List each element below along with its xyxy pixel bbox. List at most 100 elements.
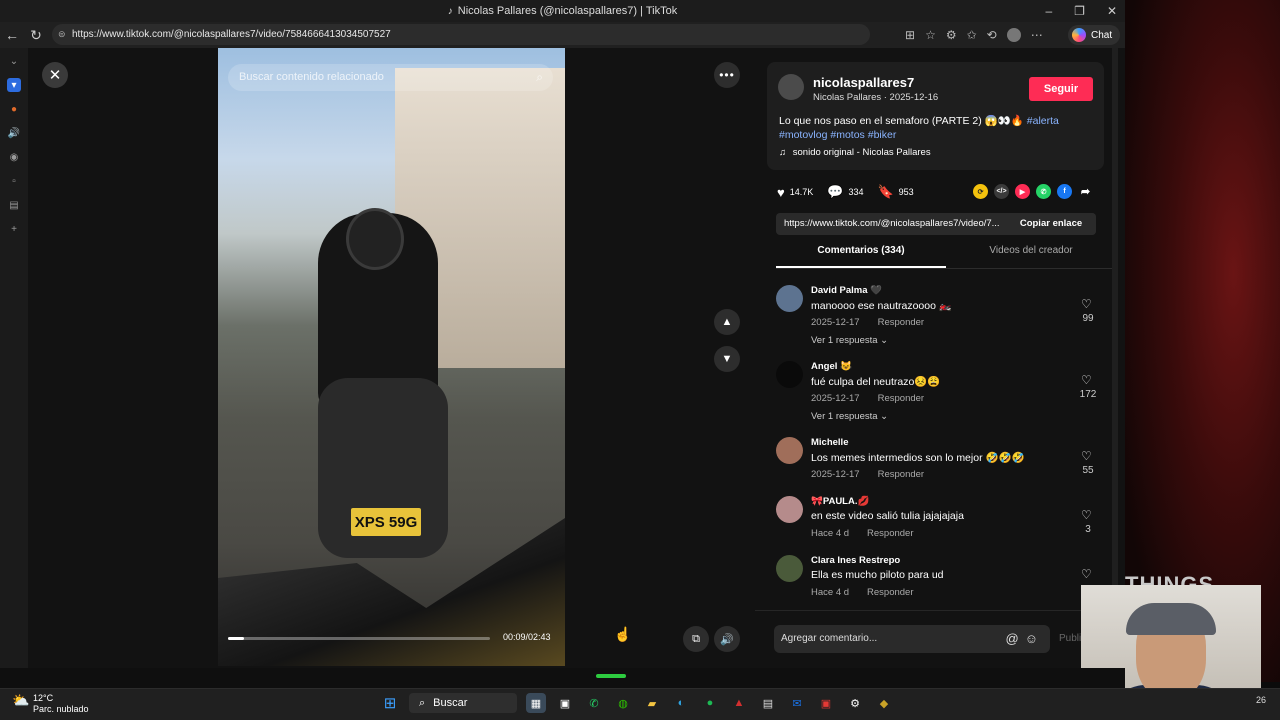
video-player[interactable]: XPS 59G Buscar contenido relacionado ⌕ 0… xyxy=(218,48,565,666)
taskbar-clock[interactable]: 26 xyxy=(1256,695,1266,705)
reply-button[interactable]: Responder xyxy=(878,393,924,404)
next-video-button[interactable]: ▼ xyxy=(714,346,740,372)
add-comment-input[interactable]: Agregar comentario... @☺ xyxy=(774,625,1050,653)
save-button[interactable]: 🔖 953 xyxy=(877,184,913,200)
commenter-avatar[interactable] xyxy=(776,555,803,582)
send-to-friends-icon[interactable]: ▶ xyxy=(1015,184,1030,199)
more-options-button[interactable]: ••• xyxy=(714,62,740,88)
commenter-name[interactable]: Angel 😺 xyxy=(811,361,852,372)
chevron-down-icon[interactable]: ⌄ xyxy=(7,54,21,68)
view-replies-button[interactable]: Ver 1 respuesta ⌄ xyxy=(811,335,888,346)
commenter-name[interactable]: Michelle xyxy=(811,437,849,448)
audio-tab-icon[interactable]: 🔊 xyxy=(7,126,21,140)
url-field[interactable]: ⊜ https://www.tiktok.com/@nicolaspallare… xyxy=(52,24,870,45)
file-explorer-icon[interactable]: ▰ xyxy=(642,693,662,713)
copilot-chat-button[interactable]: Chat xyxy=(1068,25,1121,45)
comment-like-icon[interactable]: ♡ xyxy=(1081,373,1092,387)
commenter-avatar[interactable] xyxy=(776,361,803,388)
wechat-icon[interactable]: ◍ xyxy=(613,693,633,713)
volume-button[interactable]: 🔊 xyxy=(714,626,740,652)
share-link-text[interactable]: https://www.tiktok.com/@nicolaspallares7… xyxy=(784,218,1000,229)
sidebar-app-icon[interactable]: ◉ xyxy=(7,150,21,164)
repost-icon[interactable]: ⟳ xyxy=(973,184,988,199)
refresh-icon[interactable]: ↻ xyxy=(24,23,48,47)
reply-button[interactable]: Responder xyxy=(867,528,913,539)
sound-link[interactable]: ♫ sonido original - Nicolas Pallares xyxy=(779,147,931,158)
back-icon[interactable]: ← xyxy=(0,23,24,47)
close-window-icon[interactable]: ✕ xyxy=(1107,4,1117,18)
commenter-name[interactable]: 🎀PAULA.💋 xyxy=(811,496,869,507)
mention-icon[interactable]: @ xyxy=(1006,631,1025,646)
task-view-icon[interactable]: ▣ xyxy=(555,693,575,713)
commenter-name[interactable]: Clara Ines Restrepo xyxy=(811,555,900,566)
picture-in-picture-button[interactable]: ⧉ xyxy=(683,626,709,652)
tab-comments[interactable]: Comentarios (334) xyxy=(776,245,946,268)
minimize-icon[interactable]: – xyxy=(1045,4,1052,18)
split-screen-icon[interactable]: ⊞ xyxy=(905,28,915,42)
hashtag-link[interactable]: #motovlog xyxy=(779,129,827,141)
comment-like-icon[interactable]: ♡ xyxy=(1081,449,1092,463)
sidebar-app-icon[interactable]: ● xyxy=(7,102,21,116)
like-button[interactable]: ♥ 14.7K xyxy=(777,185,813,200)
related-search-input[interactable]: Buscar contenido relacionado ⌕ xyxy=(228,64,553,91)
app-icon[interactable]: ▣ xyxy=(816,693,836,713)
commenter-avatar[interactable] xyxy=(776,285,803,312)
tab-actions-icon[interactable]: ▾ xyxy=(7,78,21,92)
close-video-button[interactable]: ✕ xyxy=(42,62,68,88)
favorite-star-icon[interactable]: ☆ xyxy=(925,28,936,42)
reply-button[interactable]: Responder xyxy=(867,587,913,598)
video-progress-bar[interactable] xyxy=(228,637,490,640)
more-menu-icon[interactable]: ⋯ xyxy=(1031,28,1043,42)
history-icon[interactable]: ⟲ xyxy=(987,28,997,42)
spotify-icon[interactable]: ● xyxy=(700,693,720,713)
reply-button[interactable]: Responder xyxy=(878,317,924,328)
hashtag-link[interactable]: #biker xyxy=(868,129,897,141)
windows-start-icon[interactable]: ⊞ xyxy=(380,693,400,713)
follow-button[interactable]: Seguir xyxy=(1029,77,1093,101)
sidebar-app-icon[interactable]: ▫ xyxy=(7,174,21,188)
comments-scrollbar[interactable] xyxy=(1112,48,1118,608)
outlook-icon[interactable]: ✉ xyxy=(787,693,807,713)
hashtag-link[interactable]: #alerta xyxy=(1027,115,1059,127)
share-arrow-icon[interactable]: ➦ xyxy=(1078,184,1093,199)
copy-link-button[interactable]: Copiar enlace xyxy=(1006,213,1096,235)
post-comment-button[interactable]: Publi xyxy=(1059,633,1081,644)
settings-icon[interactable]: ⚙ xyxy=(845,693,865,713)
commenter-avatar[interactable] xyxy=(776,437,803,464)
comment-button[interactable]: 💬 334 xyxy=(827,184,863,200)
comment-like-icon[interactable]: ♡ xyxy=(1081,508,1092,522)
embed-icon[interactable]: </> xyxy=(994,184,1009,199)
comment-like-icon[interactable]: ♡ xyxy=(1081,567,1092,581)
whatsapp-icon[interactable]: ✆ xyxy=(584,693,604,713)
edge-icon[interactable]: ◐ xyxy=(671,693,691,713)
reply-button[interactable]: Responder xyxy=(878,469,924,480)
collections-icon[interactable]: ✩ xyxy=(967,28,977,42)
search-icon[interactable]: ⌕ xyxy=(536,64,543,91)
previous-video-button[interactable]: ▲ xyxy=(714,309,740,335)
view-replies-button[interactable]: Ver 1 respuesta ⌄ xyxy=(811,411,888,422)
emoji-icon[interactable]: ☺ xyxy=(1025,631,1044,646)
comment-like-icon[interactable]: ♡ xyxy=(1081,297,1092,311)
store-icon[interactable]: ▤ xyxy=(758,693,778,713)
whatsapp-icon[interactable]: ✆ xyxy=(1036,184,1051,199)
author-avatar[interactable] xyxy=(778,74,804,100)
hashtag-link[interactable]: #motos xyxy=(830,129,864,141)
commenter-name[interactable]: David Palma 🖤 xyxy=(811,285,882,296)
commenter-avatar[interactable] xyxy=(776,496,803,523)
author-username[interactable]: nicolaspallares7 xyxy=(813,75,914,90)
add-icon[interactable]: + xyxy=(7,222,21,236)
sidebar-app-icon[interactable]: ▤ xyxy=(7,198,21,212)
copilot-logo-icon xyxy=(1072,28,1086,42)
maximize-icon[interactable]: ❐ xyxy=(1074,4,1085,18)
taskbar-search[interactable]: ⌕ Buscar xyxy=(409,693,517,713)
extensions-icon[interactable]: ⚙ xyxy=(946,28,957,42)
facebook-icon[interactable]: f xyxy=(1057,184,1072,199)
video-frame-plate: XPS 59G xyxy=(351,508,421,536)
widgets-icon[interactable]: ▦ xyxy=(526,693,546,713)
tab-creator-videos[interactable]: Videos del creador xyxy=(946,245,1116,268)
pdf-reader-icon[interactable]: ▲ xyxy=(729,693,749,713)
site-info-icon[interactable]: ⊜ xyxy=(58,24,66,45)
comment-like-count: 55 xyxy=(1082,465,1094,476)
app-icon[interactable]: ◆ xyxy=(874,693,894,713)
profile-avatar-icon[interactable] xyxy=(1006,28,1021,42)
